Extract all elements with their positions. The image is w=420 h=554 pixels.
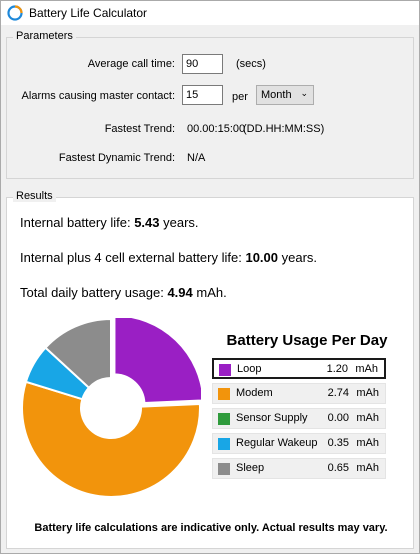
results-group-label: Results: [13, 190, 56, 202]
legend-label: Sleep: [236, 462, 265, 474]
daily-usage-suffix: mAh.: [196, 285, 227, 300]
daily-usage-prefix: Total daily battery usage:: [20, 285, 164, 300]
fastest-trend-format: (DD.HH:MM:SS): [243, 123, 325, 135]
app-window: Battery Life Calculator Parameters Avera…: [0, 0, 420, 554]
alarms-label: Alarms causing master contact:: [21, 90, 175, 102]
legend-unit: mAh: [356, 462, 379, 474]
legend-swatch: [218, 413, 230, 425]
title-bar[interactable]: Battery Life Calculator: [1, 1, 419, 25]
legend-label: Loop: [237, 363, 262, 375]
fastest-trend-value: 00.00:15:00: [187, 123, 246, 135]
legend-value: 0.65: [327, 462, 349, 474]
results-group: Results Internal battery life: 5.43 year…: [6, 190, 414, 549]
external-life-suffix: years.: [281, 250, 318, 265]
internal-life-value: 5.43: [134, 215, 160, 230]
battery-app-icon: [7, 5, 23, 21]
legend-swatch: [219, 364, 231, 376]
pie-slice-loop[interactable]: [113, 318, 201, 405]
legend-unit: mAh: [356, 387, 379, 399]
legend-swatch: [218, 463, 230, 475]
chart-legend: Loop 1.20 mAh Modem 2.74 mAh Sensor Supply 0.00…: [212, 358, 386, 483]
internal-life-suffix: years.: [163, 215, 199, 230]
window-title: Battery Life Calculator: [29, 6, 148, 20]
legend-value: 2.74: [327, 387, 349, 399]
legend-value: 0.35: [327, 437, 349, 449]
avg-call-time-label: Average call time:: [87, 58, 175, 70]
disclaimer-text: Battery life calculations are indicative…: [34, 522, 388, 534]
legend-label: Sensor Supply: [236, 412, 308, 424]
legend-item[interactable]: Sensor Supply 0.00 mAh: [212, 408, 386, 429]
legend-swatch: [218, 388, 230, 400]
parameters-group: Parameters Average call time: (secs) Ala…: [6, 30, 414, 179]
internal-battery-life: Internal battery life: 5.43 years.: [20, 215, 199, 230]
daily-battery-usage: Total daily battery usage: 4.94 mAh.: [20, 285, 227, 300]
legend-unit: mAh: [356, 412, 379, 424]
legend-swatch: [218, 438, 230, 450]
fastest-dynamic-trend-label: Fastest Dynamic Trend:: [58, 152, 175, 164]
legend-value: 1.20: [326, 363, 348, 375]
chart-title: Battery Usage Per Day: [226, 332, 388, 349]
chevron-down-icon: ⌄: [300, 88, 308, 98]
external-life-value: 10.00: [245, 250, 279, 265]
legend-unit: mAh: [355, 363, 378, 375]
avg-call-time-input[interactable]: [182, 54, 223, 74]
usage-pie-chart: [21, 318, 201, 498]
daily-usage-value: 4.94: [167, 285, 193, 300]
parameters-group-label: Parameters: [13, 30, 76, 42]
legend-label: Modem: [236, 387, 273, 399]
fastest-trend-label: Fastest Trend:: [104, 123, 175, 135]
avg-call-time-unit: (secs): [236, 58, 266, 70]
legend-label: Regular Wakeup: [236, 437, 318, 449]
per-label: per: [232, 91, 248, 103]
legend-unit: mAh: [356, 437, 379, 449]
period-select[interactable]: Month ⌄: [256, 85, 314, 105]
legend-value: 0.00: [327, 412, 349, 424]
legend-item[interactable]: Modem 2.74 mAh: [212, 383, 386, 404]
legend-item[interactable]: Regular Wakeup 0.35 mAh: [212, 433, 386, 454]
internal-life-prefix: Internal battery life:: [20, 215, 131, 230]
external-life-prefix: Internal plus 4 cell external battery li…: [20, 250, 242, 265]
legend-item[interactable]: Sleep 0.65 mAh: [212, 458, 386, 479]
external-battery-life: Internal plus 4 cell external battery li…: [20, 250, 317, 265]
legend-item[interactable]: Loop 1.20 mAh: [212, 358, 386, 379]
alarms-input[interactable]: [182, 85, 223, 105]
fastest-dynamic-trend-value: N/A: [187, 152, 206, 164]
period-select-value: Month: [261, 89, 292, 101]
